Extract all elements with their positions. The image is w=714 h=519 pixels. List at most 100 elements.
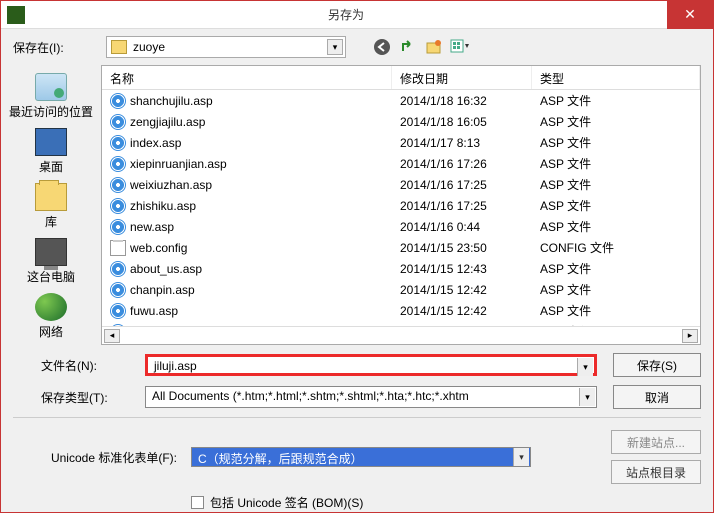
unicode-section: Unicode 标准化表单(F): C（规范分解，后跟规范合成） ▾ 新建站点.… (1, 422, 713, 492)
col-name[interactable]: 名称 (102, 66, 392, 89)
folder-name: zuoye (133, 40, 165, 54)
sidebar-recent[interactable]: 最近访问的位置 (7, 71, 95, 122)
table-row[interactable]: index.asp2014/1/17 8:13ASP 文件 (102, 132, 700, 153)
file-name: fuwu.asp (130, 304, 178, 318)
file-date: 2014/1/15 23:50 (392, 241, 532, 255)
table-row[interactable]: web.config 2014/1/15 23:50CONFIG 文件 (102, 237, 700, 258)
network-icon (35, 293, 67, 321)
table-row[interactable]: fuwu.asp2014/1/15 12:42ASP 文件 (102, 300, 700, 321)
library-icon (35, 183, 67, 211)
file-type: ASP 文件 (532, 92, 700, 109)
table-row[interactable]: zhishiku.asp2014/1/16 17:25ASP 文件 (102, 195, 700, 216)
col-type[interactable]: 类型 (532, 66, 700, 89)
close-button[interactable]: ✕ (667, 1, 713, 29)
chevron-down-icon[interactable]: ▾ (327, 39, 343, 55)
sidebar-desktop-label: 桌面 (39, 158, 63, 175)
folder-combo[interactable]: zuoye ▾ (106, 36, 346, 58)
table-row[interactable]: chanpin.asp2014/1/15 12:42ASP 文件 (102, 279, 700, 300)
nav-icons (372, 37, 470, 57)
asp-file-icon (110, 303, 126, 319)
table-row[interactable]: zengjiajilu.asp2014/1/18 16:05ASP 文件 (102, 111, 700, 132)
file-list-body[interactable]: shanchujilu.asp2014/1/18 16:32ASP 文件 zeng… (102, 90, 700, 326)
asp-file-icon (110, 219, 126, 235)
file-name: index.asp (130, 136, 181, 150)
asp-file-icon (110, 282, 126, 298)
bom-label: 包括 Unicode 签名 (BOM)(S) (210, 494, 363, 511)
file-list-header: 名称 修改日期 类型 (102, 66, 700, 90)
new-site-button[interactable]: 新建站点... (611, 430, 701, 454)
sidebar-this-pc[interactable]: 这台电脑 (25, 236, 77, 287)
file-type: ASP 文件 (532, 134, 700, 151)
file-type: ASP 文件 (532, 176, 700, 193)
save-as-dialog: 另存为 ✕ 保存在(I): zuoye ▾ 最近访问的位置 桌面 库 这台电脑 … (0, 0, 714, 513)
file-name: shanchujilu.asp (130, 94, 213, 108)
file-type: CONFIG 文件 (532, 239, 700, 256)
sidebar-this-pc-label: 这台电脑 (27, 268, 75, 285)
file-date: 2014/1/18 16:05 (392, 115, 532, 129)
dialog-title: 另存为 (25, 6, 667, 23)
file-type: ASP 文件 (532, 155, 700, 172)
table-row[interactable]: weixiuzhan.asp2014/1/16 17:25ASP 文件 (102, 174, 700, 195)
location-toolbar: 保存在(I): zuoye ▾ (1, 29, 713, 65)
bom-checkbox[interactable] (191, 496, 204, 509)
asp-file-icon (110, 156, 126, 172)
asp-file-icon (110, 177, 126, 193)
scrollbar-horizontal[interactable]: ◂ ▸ (102, 326, 700, 344)
file-type: ASP 文件 (532, 260, 700, 277)
sidebar-network[interactable]: 网络 (33, 291, 69, 342)
sidebar-library-label: 库 (45, 213, 57, 230)
scroll-left-icon[interactable]: ◂ (104, 329, 120, 343)
site-root-button[interactable]: 站点根目录 (611, 460, 701, 484)
new-folder-icon[interactable] (424, 37, 444, 57)
back-icon[interactable] (372, 37, 392, 57)
sidebar-desktop[interactable]: 桌面 (33, 126, 69, 177)
save-button[interactable]: 保存(S) (613, 353, 701, 377)
file-name: about_us.asp (130, 262, 202, 276)
file-date: 2014/1/15 12:42 (392, 283, 532, 297)
separator (13, 417, 701, 418)
asp-file-icon (110, 93, 126, 109)
sidebar-network-label: 网络 (39, 323, 63, 340)
config-file-icon (110, 240, 126, 256)
file-type: ASP 文件 (532, 197, 700, 214)
cancel-button[interactable]: 取消 (613, 385, 701, 409)
sidebar-library[interactable]: 库 (33, 181, 69, 232)
folder-icon (111, 40, 127, 54)
up-icon[interactable] (398, 37, 418, 57)
computer-icon (35, 238, 67, 266)
save-in-label: 保存在(I): (13, 39, 98, 56)
app-icon (7, 6, 25, 24)
chevron-down-icon[interactable]: ▾ (577, 358, 593, 376)
unicode-label: Unicode 标准化表单(F): (13, 449, 183, 466)
chevron-down-icon[interactable]: ▾ (579, 388, 595, 406)
view-menu-icon[interactable] (450, 37, 470, 57)
col-date[interactable]: 修改日期 (392, 66, 532, 89)
scroll-right-icon[interactable]: ▸ (682, 329, 698, 343)
asp-file-icon (110, 135, 126, 151)
file-name: zengjiajilu.asp (130, 115, 205, 129)
asp-file-icon (110, 114, 126, 130)
table-row[interactable]: new.asp2014/1/16 0:44ASP 文件 (102, 216, 700, 237)
bom-row: 包括 Unicode 签名 (BOM)(S) (1, 492, 713, 519)
asp-file-icon (110, 198, 126, 214)
file-name: web.config (130, 241, 187, 255)
unicode-value: C（规范分解，后跟规范合成） (198, 452, 363, 466)
filetype-combo[interactable]: All Documents (*.htm;*.html;*.shtm;*.sht… (145, 386, 597, 408)
table-row[interactable]: xiepinruanjian.asp2014/1/16 17:26ASP 文件 (102, 153, 700, 174)
filetype-value: All Documents (*.htm;*.html;*.shtm;*.sht… (152, 389, 469, 403)
asp-file-icon (110, 261, 126, 277)
file-date: 2014/1/15 12:43 (392, 262, 532, 276)
recent-icon (35, 73, 67, 101)
file-date: 2014/1/16 0:44 (392, 220, 532, 234)
unicode-combo[interactable]: C（规范分解，后跟规范合成） ▾ (191, 447, 531, 467)
sidebar-recent-label: 最近访问的位置 (9, 103, 93, 120)
table-row[interactable]: about_us.asp 2014/1/15 12:43ASP 文件 (102, 258, 700, 279)
file-type: ASP 文件 (532, 302, 700, 319)
chevron-down-icon[interactable]: ▾ (513, 448, 529, 466)
desktop-icon (35, 128, 67, 156)
file-date: 2014/1/16 17:25 (392, 178, 532, 192)
table-row[interactable]: shanchujilu.asp2014/1/18 16:32ASP 文件 (102, 90, 700, 111)
file-name: chanpin.asp (130, 283, 195, 297)
filename-input[interactable]: jiluji.asp ▾ (145, 354, 597, 376)
file-name: new.asp (130, 220, 174, 234)
